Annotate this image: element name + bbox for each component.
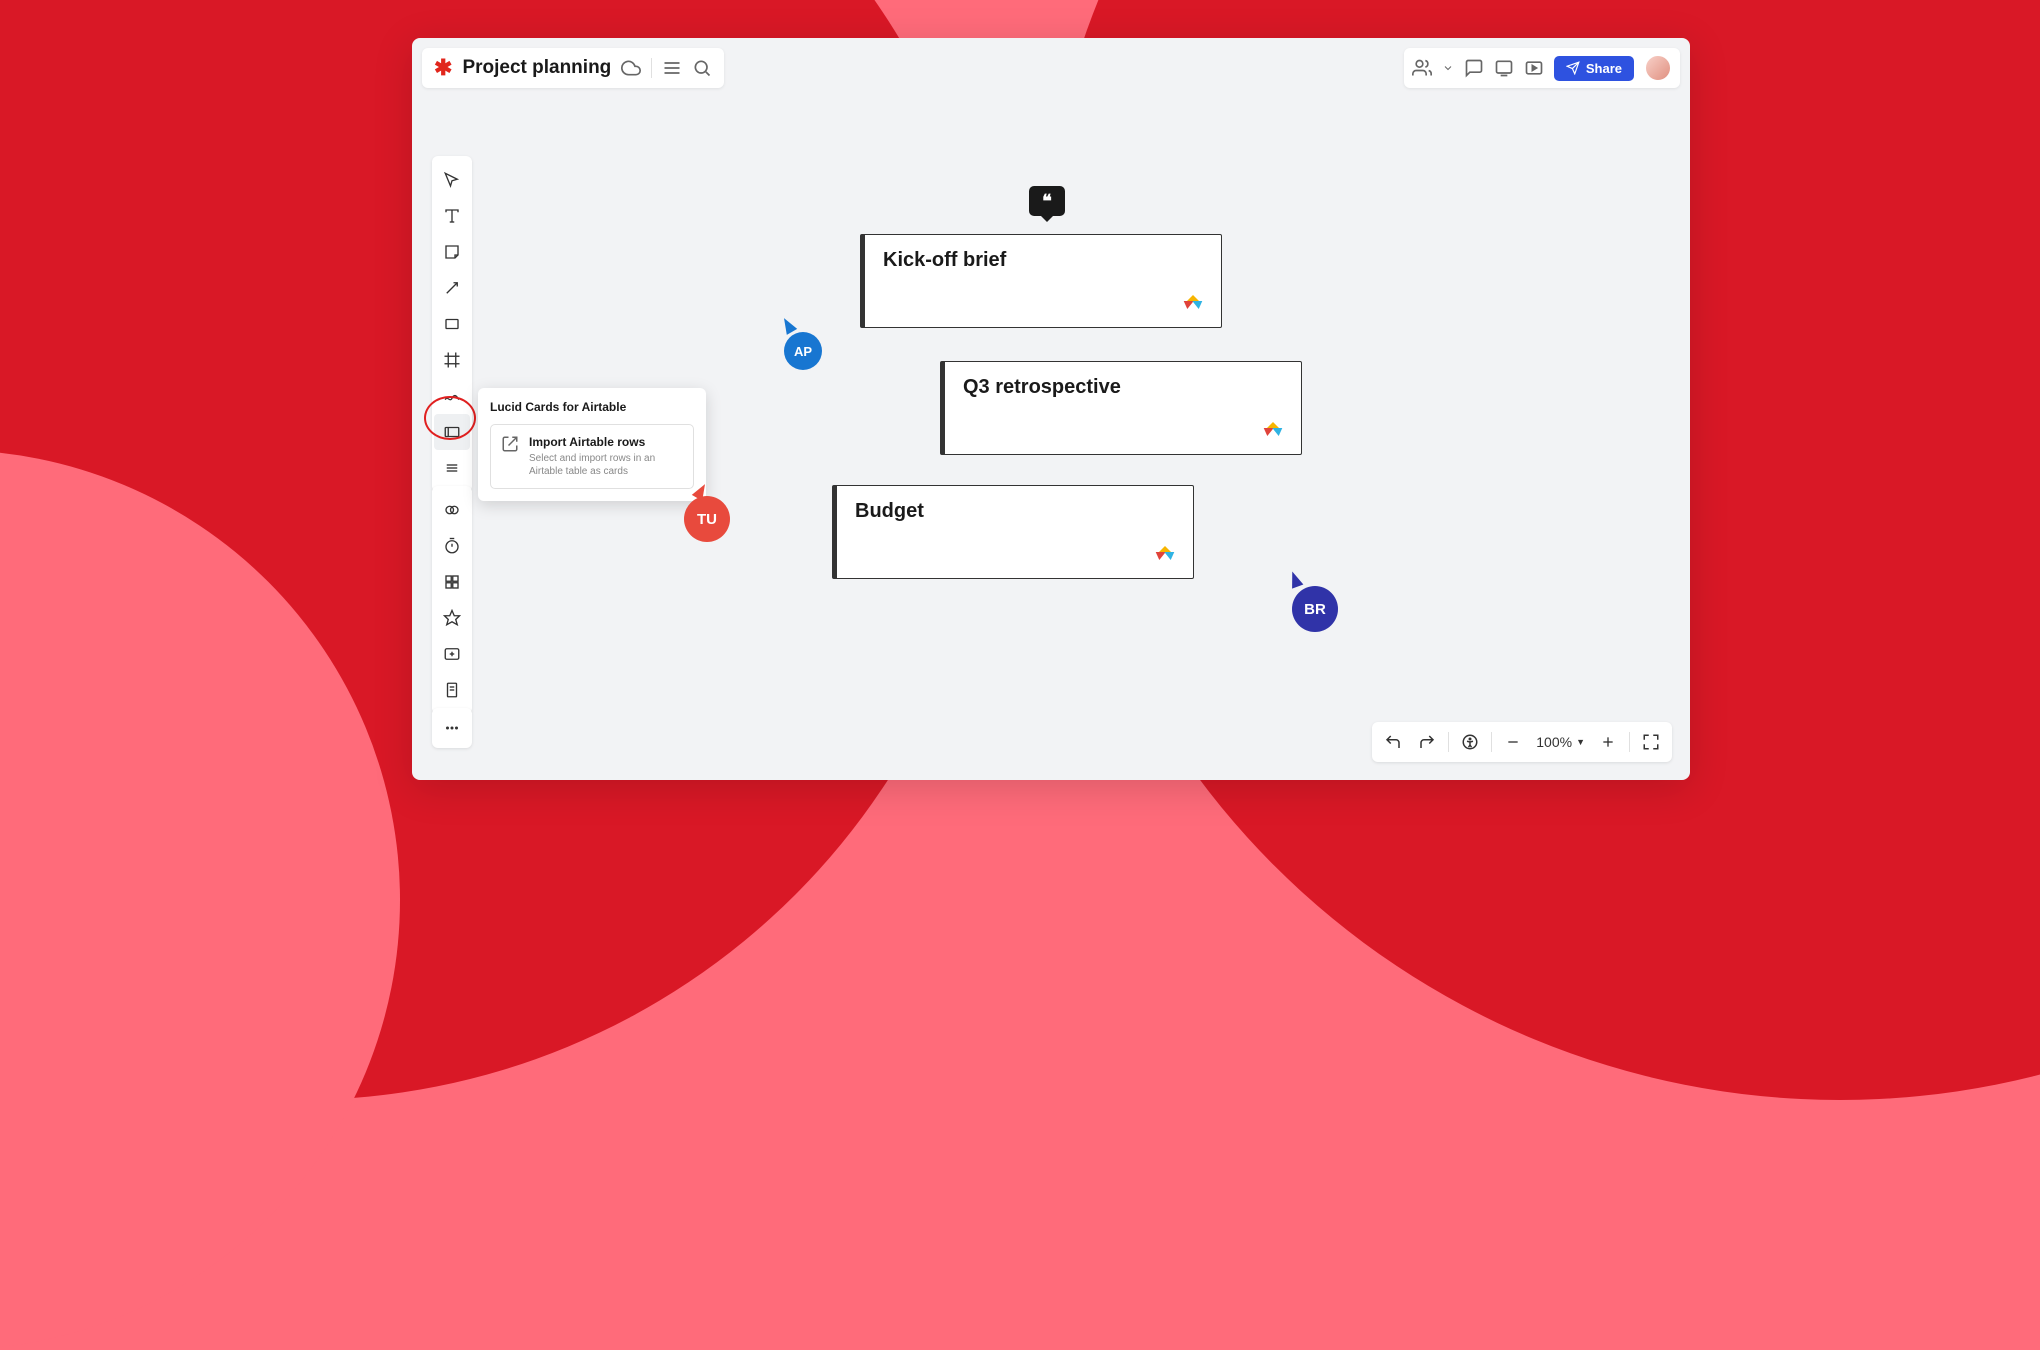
accessibility-button[interactable]	[1453, 725, 1487, 759]
menu-icon[interactable]	[662, 58, 682, 78]
collaborator-badge: TU	[684, 496, 730, 542]
import-airtable-rows-button[interactable]: Import Airtable rows Select and import r…	[490, 424, 694, 489]
airtable-icon	[1155, 544, 1175, 564]
airtable-icon	[1263, 420, 1283, 440]
frame-tool[interactable]	[434, 342, 470, 378]
canvas-card[interactable]: Q3 retrospective	[940, 361, 1302, 455]
popover-title: Lucid Cards for Airtable	[490, 400, 694, 414]
canvas-card[interactable]: Budget	[832, 485, 1194, 579]
container-tool[interactable]	[434, 636, 470, 672]
record-icon[interactable]	[1524, 58, 1544, 78]
cards-tool[interactable]	[434, 414, 470, 450]
popover-item-title: Import Airtable rows	[529, 435, 683, 449]
zoom-out-button[interactable]	[1496, 725, 1530, 759]
collaborator-initials: AP	[794, 344, 812, 359]
chevron-down-icon[interactable]	[1442, 58, 1454, 78]
collaborator-cursor-icon	[779, 315, 797, 335]
collaborator-badge: BR	[1292, 586, 1338, 632]
text-tool[interactable]	[434, 198, 470, 234]
collaborators-icon[interactable]	[1412, 58, 1432, 78]
sticky-note-tool[interactable]	[434, 234, 470, 270]
comment-pin-icon[interactable]: ❝	[1029, 186, 1065, 216]
card-title: Q3 retrospective	[963, 376, 1283, 399]
lucid-logo-icon: ✱	[434, 55, 452, 81]
present-icon[interactable]	[1494, 58, 1514, 78]
table-tool[interactable]	[434, 564, 470, 600]
collaborator-initials: BR	[1304, 601, 1326, 618]
document-title[interactable]: Project planning	[462, 57, 611, 79]
canvas-card[interactable]: Kick-off brief	[860, 234, 1222, 328]
zoom-toolbar: 100% ▼	[1372, 722, 1672, 762]
collaborator-initials: TU	[697, 511, 717, 528]
more-shapes-tool[interactable]	[434, 450, 470, 486]
divider	[1491, 732, 1492, 752]
popover-item-desc: Select and import rows in an Airtable ta…	[529, 452, 683, 478]
user-avatar[interactable]	[1644, 54, 1672, 82]
tool-palette-main	[432, 156, 472, 492]
undo-button[interactable]	[1376, 725, 1410, 759]
select-tool[interactable]	[434, 162, 470, 198]
divider	[1448, 732, 1449, 752]
share-button[interactable]: Share	[1554, 56, 1634, 81]
fullscreen-button[interactable]	[1634, 725, 1668, 759]
import-icon	[501, 435, 519, 453]
card-title: Budget	[855, 500, 1175, 523]
tool-palette-secondary	[432, 486, 472, 714]
shape-tool[interactable]	[434, 306, 470, 342]
zoom-value-label: 100%	[1536, 734, 1572, 750]
redo-button[interactable]	[1410, 725, 1444, 759]
search-icon[interactable]	[692, 58, 712, 78]
timer-tool[interactable]	[434, 528, 470, 564]
divider	[651, 58, 652, 78]
line-tool[interactable]	[434, 270, 470, 306]
chevron-down-icon: ▼	[1576, 737, 1585, 747]
tool-palette-more	[432, 708, 472, 748]
link-tool[interactable]	[434, 492, 470, 528]
collaborator-badge: AP	[784, 332, 822, 370]
divider	[1629, 732, 1630, 752]
document-tool[interactable]	[434, 672, 470, 708]
card-title: Kick-off brief	[883, 249, 1203, 272]
freehand-tool[interactable]	[434, 378, 470, 414]
share-label: Share	[1586, 61, 1622, 76]
more-tools-button[interactable]	[434, 710, 470, 746]
app-window: ✱ Project planning Share	[412, 38, 1690, 780]
collaborator-cursor-icon	[1287, 569, 1304, 588]
header-left: ✱ Project planning	[422, 48, 724, 88]
zoom-level-select[interactable]: 100% ▼	[1530, 734, 1591, 750]
zoom-in-button[interactable]	[1591, 725, 1625, 759]
header-right: Share	[1404, 48, 1680, 88]
airtable-icon	[1183, 293, 1203, 313]
cloud-sync-icon[interactable]	[621, 58, 641, 78]
voting-tool[interactable]	[434, 600, 470, 636]
comment-icon[interactable]	[1464, 58, 1484, 78]
airtable-popover: Lucid Cards for Airtable Import Airtable…	[478, 388, 706, 501]
